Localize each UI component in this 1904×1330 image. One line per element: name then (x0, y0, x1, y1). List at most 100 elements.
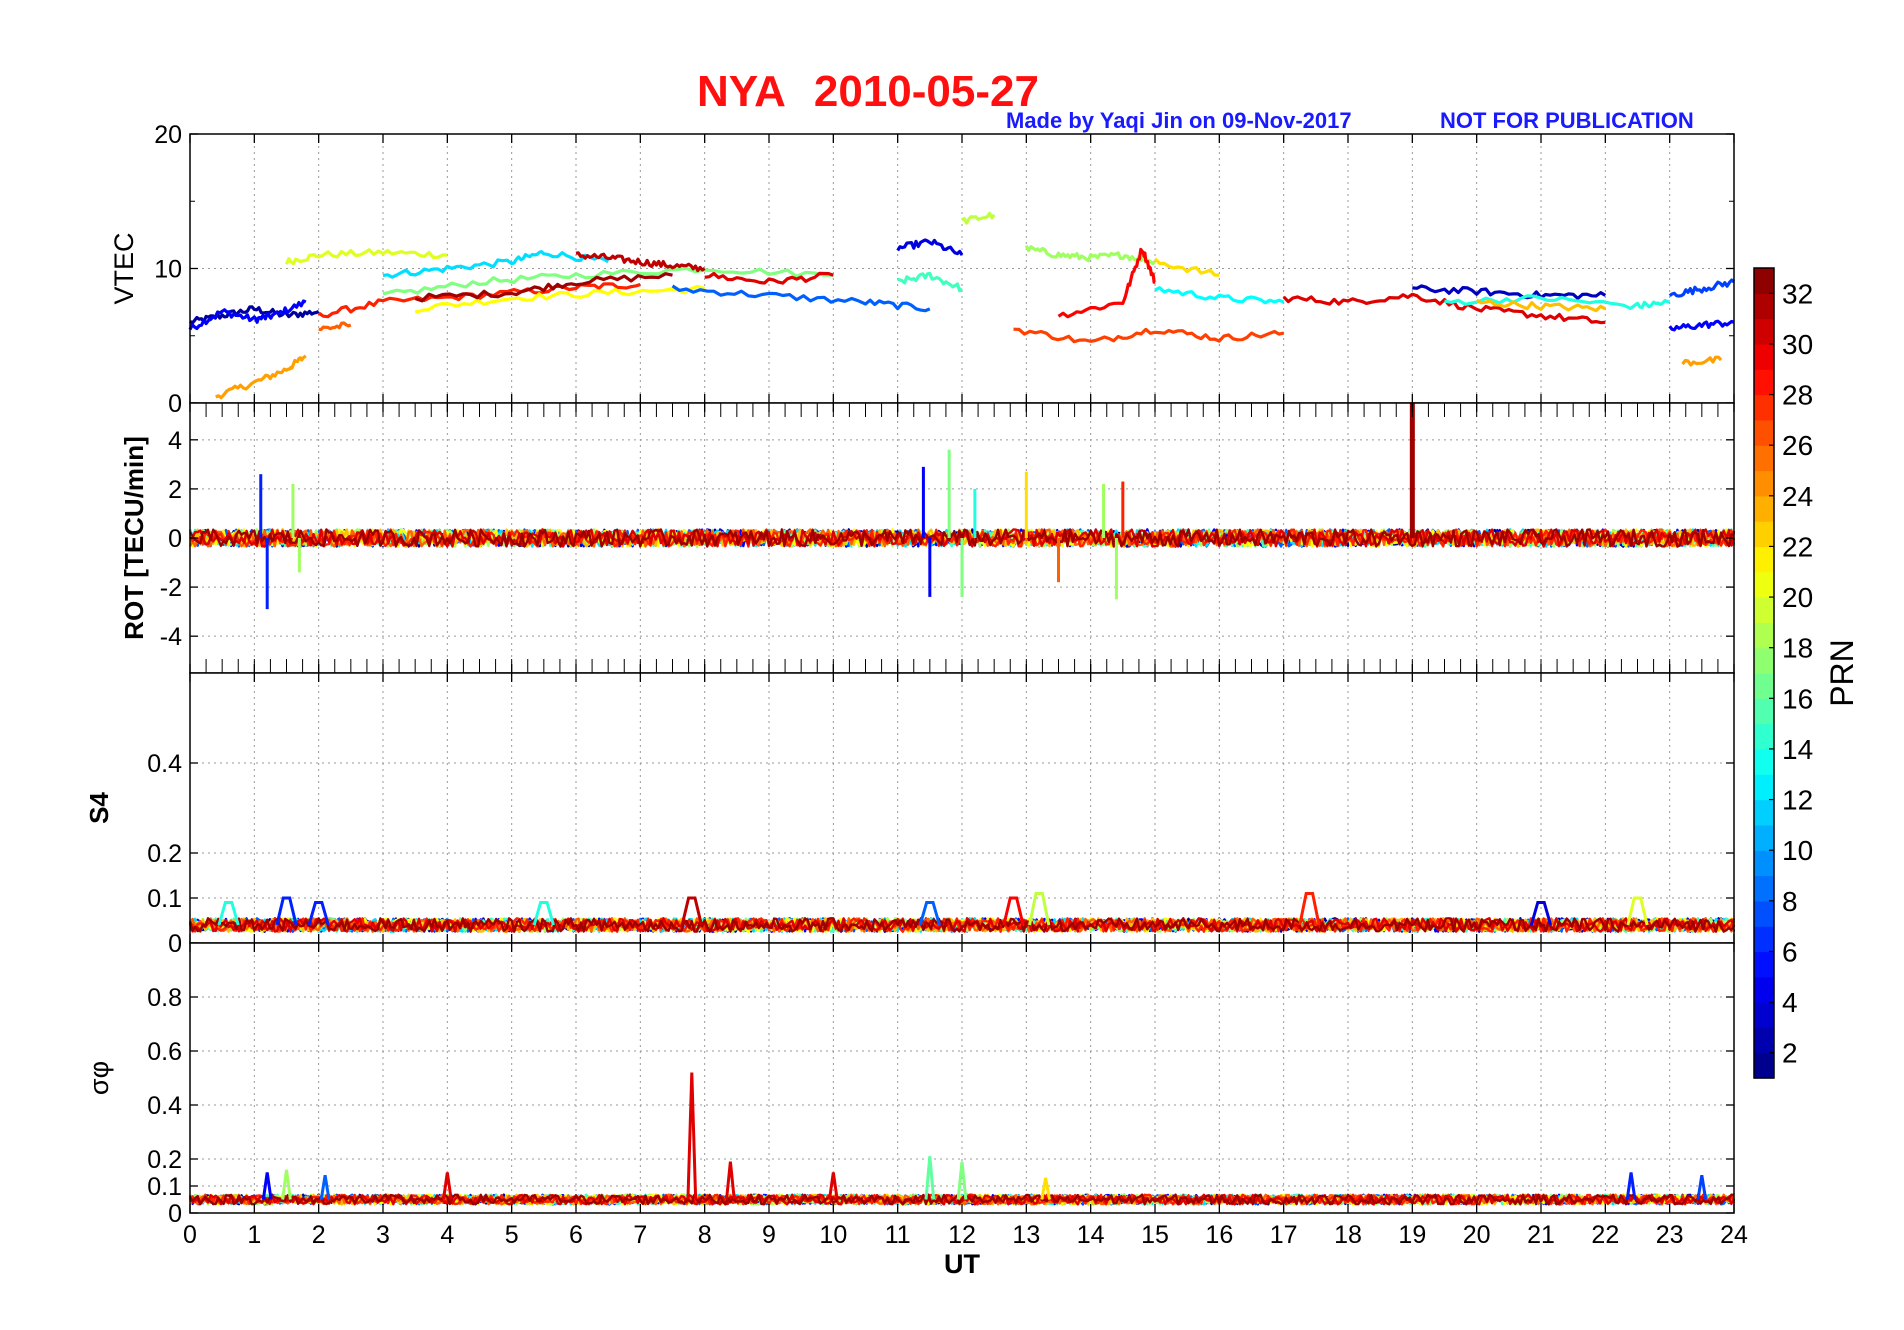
colorbar-block (1754, 951, 1774, 978)
y-tick-label: 0.6 (147, 1038, 182, 1066)
y-tick-label: 0 (168, 390, 182, 418)
panel-rot-ylabel: ROT [TECU/min] (119, 436, 149, 640)
panel-sigma-phi-ylabel: σφ (84, 1061, 114, 1095)
colorbar-block (1754, 875, 1774, 902)
colorbar-tick-label: 10 (1782, 835, 1813, 866)
x-tick-label: 4 (440, 1221, 454, 1249)
colorbar-tick-label: 4 (1782, 987, 1798, 1018)
x-tick-label: 15 (1141, 1221, 1169, 1249)
colorbar-block (1754, 268, 1774, 294)
colorbar-tick-label: 14 (1782, 734, 1813, 765)
y-tick-label: -2 (160, 574, 182, 602)
colorbar-tick-label: 20 (1782, 582, 1813, 613)
x-tick-label: 16 (1205, 1221, 1233, 1249)
y-tick-label: 0.8 (147, 984, 182, 1012)
y-tick-label: 10 (154, 256, 182, 284)
colorbar-block (1754, 900, 1774, 927)
panel-vtec-ylabel: VTEC (109, 232, 139, 304)
colorbar-block (1754, 293, 1774, 320)
colorbar-block (1754, 698, 1774, 725)
panel-s4: 0 0.1 0.2 0.4 S4 (84, 672, 1736, 958)
colorbar-block (1754, 723, 1774, 750)
y-tick-label: -4 (160, 623, 182, 651)
x-tick-label: 21 (1527, 1221, 1555, 1249)
colorbar-block (1754, 673, 1774, 699)
x-tick-label: 24 (1720, 1221, 1748, 1249)
chart-title: NYA 2010-05-27 (697, 67, 1039, 116)
y-tick-label: 0 (168, 930, 182, 958)
colorbar-tick-label: 22 (1782, 531, 1813, 562)
colorbar-block (1754, 647, 1774, 674)
colorbar-tick-label: 26 (1782, 430, 1813, 461)
x-axis-label: UT (944, 1249, 980, 1279)
colorbar-block (1754, 419, 1774, 446)
colorbar-label: PRN (1824, 639, 1860, 707)
x-tick-label: 7 (633, 1221, 647, 1249)
colorbar-block (1754, 976, 1774, 1003)
x-tick-label: 17 (1270, 1221, 1298, 1249)
panel-rot: -4 -2 0 2 4 ROT [TECU/min] (119, 402, 1736, 674)
x-tick-label: 12 (948, 1221, 976, 1249)
colorbar-block (1754, 774, 1774, 801)
title-station: NYA (697, 67, 786, 116)
colorbar-tick-label: 30 (1782, 329, 1813, 360)
x-tick-label: 18 (1334, 1221, 1362, 1249)
colorbar-block (1754, 1027, 1774, 1054)
x-tick-label: 14 (1077, 1221, 1105, 1249)
colorbar-block (1754, 850, 1774, 877)
y-tick-label: 0 (168, 525, 182, 553)
x-tick-label: 13 (1012, 1221, 1040, 1249)
colorbar-block (1754, 1002, 1774, 1028)
colorbar-block (1754, 824, 1774, 851)
y-tick-label: 0.2 (147, 1146, 182, 1174)
x-tick-label: 23 (1656, 1221, 1684, 1249)
x-tick-label: 20 (1463, 1221, 1491, 1249)
panel-vtec: 0 10 20 VTEC (109, 121, 1736, 418)
colorbar-block (1754, 748, 1774, 775)
colorbar-tick-label: 24 (1782, 481, 1813, 512)
colorbar-block (1754, 571, 1774, 598)
y-tick-label: 20 (154, 121, 182, 149)
credit-text: Made by Yaqi Jin on 09-Nov-2017 (1006, 108, 1352, 133)
colorbar-block (1754, 926, 1774, 953)
panel-s4-ylabel: S4 (84, 792, 114, 824)
y-tick-label: 0.1 (147, 885, 182, 913)
y-tick-label: 4 (168, 427, 182, 455)
colorbar-tick-label: 12 (1782, 785, 1813, 816)
y-tick-label: 0.4 (147, 750, 182, 778)
colorbar-block (1754, 445, 1774, 472)
colorbar-block (1754, 495, 1774, 522)
figure: NYA 2010-05-27 Made by Yaqi Jin on 09-Nov… (0, 0, 1904, 1330)
colorbar-block (1754, 394, 1774, 421)
colorbar-block (1754, 318, 1774, 345)
colorbar-block (1754, 546, 1774, 573)
x-tick-label: 6 (569, 1221, 583, 1249)
colorbar-block (1754, 369, 1774, 396)
colorbar-block (1754, 799, 1774, 826)
colorbar-blocks (1754, 268, 1774, 1079)
x-tick-label: 0 (183, 1221, 197, 1249)
x-tick-label: 5 (505, 1221, 519, 1249)
colorbar-block (1754, 470, 1774, 497)
x-tick-label: 19 (1398, 1221, 1426, 1249)
colorbar-tick-label: 28 (1782, 380, 1813, 411)
x-tick-label: 2 (312, 1221, 326, 1249)
x-tick-label: 1 (247, 1221, 261, 1249)
y-tick-label: 0.4 (147, 1092, 182, 1120)
colorbar-tick-label: 16 (1782, 683, 1813, 714)
notice-text: NOT FOR PUBLICATION (1440, 108, 1694, 133)
colorbar-block (1754, 521, 1774, 548)
colorbar-tick-label: 6 (1782, 936, 1798, 967)
colorbar-tick-label: 18 (1782, 633, 1813, 664)
x-tick-label: 8 (698, 1221, 712, 1249)
x-tick-label: 11 (885, 1221, 911, 1249)
colorbar-tick-label: 8 (1782, 886, 1798, 917)
y-tick-label: 0.1 (147, 1173, 182, 1201)
colorbar-block (1754, 1052, 1774, 1079)
x-tick-label: 10 (819, 1221, 847, 1249)
y-tick-label: 0.2 (147, 840, 182, 868)
colorbar-block (1754, 622, 1774, 649)
colorbar-tick-label: 2 (1782, 1038, 1798, 1069)
x-tick-label: 22 (1591, 1221, 1619, 1249)
y-tick-label: 2 (168, 476, 182, 504)
